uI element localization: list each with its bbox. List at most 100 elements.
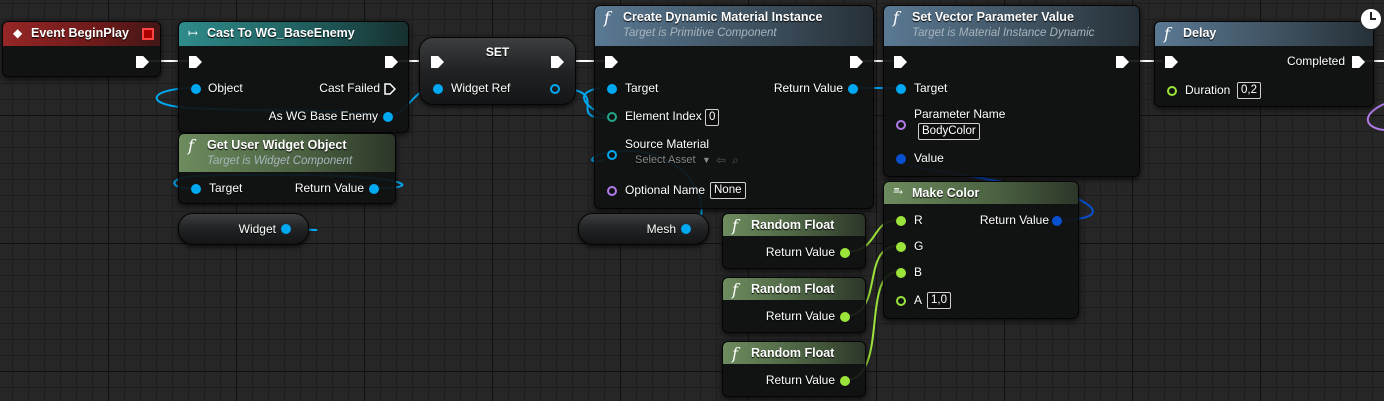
element-index-pin[interactable] [607, 112, 617, 122]
random-float-title: Random Float [751, 282, 835, 296]
return-value-pin[interactable] [840, 248, 850, 258]
parameter-name-field[interactable]: BodyColor [918, 123, 980, 140]
cast-failed-label: Cast Failed [319, 81, 380, 95]
make-color-node[interactable]: ⥱ Make Color R Return Value G B A 1,0 [883, 181, 1079, 319]
event-stop-icon [142, 28, 154, 40]
as-enemy-pin[interactable] [383, 112, 393, 122]
cast-failed-pin[interactable] [384, 83, 396, 95]
cast-icon: ↦ [188, 26, 199, 40]
return-value-pin[interactable] [840, 376, 850, 386]
random-float-title: Random Float [751, 218, 835, 232]
parameter-name-pin[interactable] [896, 120, 906, 130]
browse-search-icon[interactable]: ⌕ [732, 153, 739, 168]
duration-field[interactable]: 0,2 [1237, 82, 1261, 99]
cdmi-title: Create Dynamic Material Instance [623, 10, 823, 24]
value-pin[interactable] [896, 154, 906, 164]
use-selected-asset-icon[interactable]: ⇦ [716, 153, 726, 167]
select-asset-dropdown[interactable]: Select Asset [635, 154, 696, 166]
target-pin[interactable] [607, 84, 617, 94]
exec-in-pin[interactable] [894, 56, 907, 68]
set-widget-ref-node[interactable]: SET Widget Ref [419, 37, 576, 105]
a-label: A [914, 293, 923, 307]
return-value-pin[interactable] [369, 184, 379, 194]
exec-out-pin[interactable] [385, 56, 398, 68]
r-pin[interactable] [896, 216, 906, 226]
completed-exec-pin[interactable] [1352, 56, 1365, 68]
exec-out-pin[interactable] [136, 56, 149, 68]
optional-name-label: Optional Name [625, 183, 706, 197]
random-float-node-2[interactable]: f Random Float Return Value [722, 277, 866, 333]
exec-out-pin[interactable] [850, 56, 863, 68]
set-vector-parameter-value-node[interactable]: f Set Vector Parameter Value Target is M… [883, 5, 1140, 177]
random-float-title: Random Float [751, 346, 835, 360]
svpv-title: Set Vector Parameter Value [912, 10, 1074, 24]
parameter-name-label: Parameter Name [914, 107, 1006, 121]
a-value-field[interactable]: 1,0 [927, 292, 951, 309]
latent-clock-icon [1360, 8, 1382, 30]
widget-var-pin[interactable] [281, 224, 291, 234]
value-label: Value [914, 151, 944, 165]
widget-ref-in-pin[interactable] [433, 84, 443, 94]
get-user-widget-object-node[interactable]: f Get User Widget Object Target is Widge… [178, 133, 396, 204]
element-index-label: Element Index [625, 109, 702, 123]
element-index-field[interactable]: 0 [705, 109, 720, 126]
return-value-pin[interactable] [848, 84, 858, 94]
optional-name-field[interactable]: None [710, 182, 746, 199]
widget-variable-node[interactable]: Widget [178, 213, 309, 245]
mesh-var-pin[interactable] [681, 224, 691, 234]
function-icon: f [604, 8, 610, 27]
r-label: R [914, 213, 923, 227]
return-value-label: Return Value [765, 245, 835, 259]
object-pin[interactable] [191, 84, 201, 94]
return-value-label: Return Value [765, 373, 835, 387]
duration-label: Duration [1185, 83, 1231, 97]
target-label: Target [209, 181, 243, 195]
exec-in-pin[interactable] [605, 56, 618, 68]
get-widget-title: Get User Widget Object [207, 138, 347, 152]
event-begin-play-node[interactable]: ◆ Event BeginPlay [2, 21, 161, 77]
return-value-label: Return Value [294, 181, 364, 195]
g-label: G [914, 239, 924, 253]
function-icon: f [893, 8, 899, 27]
return-value-label: Return Value [979, 213, 1049, 227]
target-pin[interactable] [191, 184, 201, 194]
exec-in-pin[interactable] [189, 56, 202, 68]
event-title: Event BeginPlay [31, 26, 129, 40]
chevron-down-icon[interactable]: ▼ [702, 155, 711, 165]
widget-var-label: Widget [238, 222, 276, 236]
return-value-pin[interactable] [1052, 216, 1062, 226]
source-material-pin[interactable] [607, 150, 617, 160]
b-label: B [914, 265, 923, 279]
widget-ref-out-pin[interactable] [550, 84, 560, 94]
exec-out-pin[interactable] [1116, 56, 1129, 68]
delay-node[interactable]: f Delay Completed Duration 0,2 [1154, 21, 1374, 107]
function-icon: f [1164, 24, 1170, 43]
cast-to-node[interactable]: ↦ Cast To WG_BaseEnemy Object Cast Faile… [178, 21, 409, 133]
return-value-pin[interactable] [840, 312, 850, 322]
duration-pin[interactable] [1167, 86, 1177, 96]
random-float-node-3[interactable]: f Random Float Return Value [722, 341, 866, 397]
function-icon: f [188, 136, 194, 155]
function-icon: f [732, 344, 738, 363]
return-value-label: Return Value [765, 309, 835, 323]
target-pin[interactable] [896, 84, 906, 94]
svpv-subtitle: Target is Material Instance Dynamic [912, 27, 1095, 39]
widget-ref-label: Widget Ref [451, 81, 511, 95]
return-value-label: Return Value [773, 81, 843, 95]
random-float-node-1[interactable]: f Random Float Return Value [722, 213, 866, 269]
b-pin[interactable] [896, 268, 906, 278]
a-pin[interactable] [896, 296, 906, 306]
mesh-variable-node[interactable]: Mesh [578, 213, 709, 245]
mesh-var-label: Mesh [646, 222, 676, 236]
make-struct-icon: ⥱ [893, 185, 904, 199]
exec-in-pin[interactable] [1165, 56, 1178, 68]
target-label: Target [625, 81, 659, 95]
source-material-label: Source Material [625, 137, 710, 151]
optional-name-pin[interactable] [607, 186, 617, 196]
delay-title: Delay [1183, 26, 1217, 40]
make-color-title: Make Color [912, 186, 980, 200]
cast-title: Cast To WG_BaseEnemy [207, 26, 355, 40]
g-pin[interactable] [896, 242, 906, 252]
create-dynamic-material-instance-node[interactable]: f Create Dynamic Material Instance Targe… [594, 5, 874, 209]
function-icon: f [732, 216, 738, 235]
